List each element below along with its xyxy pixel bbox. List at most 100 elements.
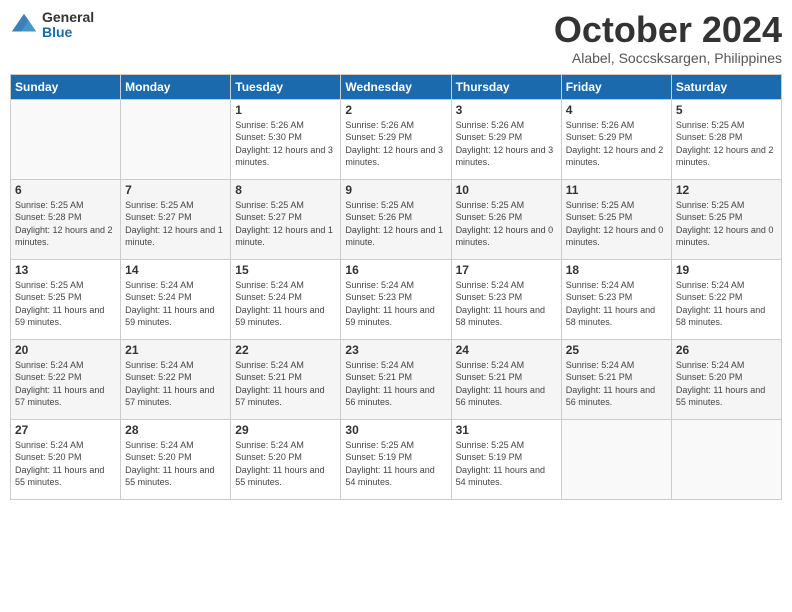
day-number: 21 — [125, 343, 226, 357]
header-row: SundayMondayTuesdayWednesdayThursdayFrid… — [11, 74, 782, 99]
calendar-header-monday: Monday — [121, 74, 231, 99]
calendar-cell: 21 Sunrise: 5:24 AM Sunset: 5:22 PM Dayli… — [121, 339, 231, 419]
calendar-cell: 24 Sunrise: 5:24 AM Sunset: 5:21 PM Dayli… — [451, 339, 561, 419]
calendar-cell: 8 Sunrise: 5:25 AM Sunset: 5:27 PM Daylig… — [231, 179, 341, 259]
day-number: 4 — [566, 103, 667, 117]
logo-general: General — [42, 10, 94, 25]
day-info: Sunrise: 5:26 AM Sunset: 5:30 PM Dayligh… — [235, 119, 336, 169]
day-info: Sunrise: 5:25 AM Sunset: 5:19 PM Dayligh… — [456, 439, 557, 489]
day-number: 16 — [345, 263, 446, 277]
day-number: 5 — [676, 103, 777, 117]
calendar-cell: 10 Sunrise: 5:25 AM Sunset: 5:26 PM Dayli… — [451, 179, 561, 259]
day-info: Sunrise: 5:25 AM Sunset: 5:28 PM Dayligh… — [676, 119, 777, 169]
day-number: 30 — [345, 423, 446, 437]
day-info: Sunrise: 5:25 AM Sunset: 5:28 PM Dayligh… — [15, 199, 116, 249]
day-number: 24 — [456, 343, 557, 357]
calendar-week-1: 1Sunrise: 5:26 AM Sunset: 5:30 PM Daylig… — [11, 99, 782, 179]
calendar-cell: 12Sunrise: 5:25 AM Sunset: 5:25 PM Dayli… — [671, 179, 781, 259]
calendar-cell — [11, 99, 121, 179]
calendar-cell: 3 Sunrise: 5:26 AM Sunset: 5:29 PM Daylig… — [451, 99, 561, 179]
calendar-cell: 17 Sunrise: 5:24 AM Sunset: 5:23 PM Dayli… — [451, 259, 561, 339]
day-number: 10 — [456, 183, 557, 197]
day-info: Sunrise: 5:24 AM Sunset: 5:21 PM Dayligh… — [566, 359, 667, 409]
calendar-cell: 5 Sunrise: 5:25 AM Sunset: 5:28 PM Daylig… — [671, 99, 781, 179]
day-number: 31 — [456, 423, 557, 437]
day-info: Sunrise: 5:25 AM Sunset: 5:27 PM Dayligh… — [125, 199, 226, 249]
calendar-cell: 13 Sunrise: 5:25 AM Sunset: 5:25 PM Dayli… — [11, 259, 121, 339]
calendar-header-wednesday: Wednesday — [341, 74, 451, 99]
day-number: 14 — [125, 263, 226, 277]
calendar-week-4: 20 Sunrise: 5:24 AM Sunset: 5:22 PM Dayli… — [11, 339, 782, 419]
calendar-cell: 29Sunrise: 5:24 AM Sunset: 5:20 PM Dayli… — [231, 419, 341, 499]
calendar-week-2: 6 Sunrise: 5:25 AM Sunset: 5:28 PM Daylig… — [11, 179, 782, 259]
calendar-header-sunday: Sunday — [11, 74, 121, 99]
day-info: Sunrise: 5:24 AM Sunset: 5:23 PM Dayligh… — [456, 279, 557, 329]
day-info: Sunrise: 5:25 AM Sunset: 5:26 PM Dayligh… — [456, 199, 557, 249]
calendar-cell: 28 Sunrise: 5:24 AM Sunset: 5:20 PM Dayli… — [121, 419, 231, 499]
calendar-header-saturday: Saturday — [671, 74, 781, 99]
day-number: 22 — [235, 343, 336, 357]
calendar-cell: 23Sunrise: 5:24 AM Sunset: 5:21 PM Dayli… — [341, 339, 451, 419]
calendar-cell: 26Sunrise: 5:24 AM Sunset: 5:20 PM Dayli… — [671, 339, 781, 419]
calendar-cell: 19Sunrise: 5:24 AM Sunset: 5:22 PM Dayli… — [671, 259, 781, 339]
calendar-header-thursday: Thursday — [451, 74, 561, 99]
day-number: 7 — [125, 183, 226, 197]
day-info: Sunrise: 5:24 AM Sunset: 5:21 PM Dayligh… — [345, 359, 446, 409]
day-number: 9 — [345, 183, 446, 197]
day-info: Sunrise: 5:24 AM Sunset: 5:23 PM Dayligh… — [345, 279, 446, 329]
calendar-cell — [121, 99, 231, 179]
day-number: 11 — [566, 183, 667, 197]
day-number: 20 — [15, 343, 116, 357]
calendar-cell: 2Sunrise: 5:26 AM Sunset: 5:29 PM Daylig… — [341, 99, 451, 179]
day-info: Sunrise: 5:25 AM Sunset: 5:27 PM Dayligh… — [235, 199, 336, 249]
calendar-cell: 18 Sunrise: 5:24 AM Sunset: 5:23 PM Dayli… — [561, 259, 671, 339]
day-info: Sunrise: 5:24 AM Sunset: 5:21 PM Dayligh… — [235, 359, 336, 409]
calendar-cell: 14Sunrise: 5:24 AM Sunset: 5:24 PM Dayli… — [121, 259, 231, 339]
calendar-cell: 15Sunrise: 5:24 AM Sunset: 5:24 PM Dayli… — [231, 259, 341, 339]
day-info: Sunrise: 5:24 AM Sunset: 5:22 PM Dayligh… — [676, 279, 777, 329]
day-number: 13 — [15, 263, 116, 277]
calendar-table: SundayMondayTuesdayWednesdayThursdayFrid… — [10, 74, 782, 500]
calendar-header-tuesday: Tuesday — [231, 74, 341, 99]
logo-icon — [10, 11, 38, 39]
calendar-cell: 16 Sunrise: 5:24 AM Sunset: 5:23 PM Dayli… — [341, 259, 451, 339]
day-info: Sunrise: 5:24 AM Sunset: 5:20 PM Dayligh… — [125, 439, 226, 489]
day-number: 25 — [566, 343, 667, 357]
day-info: Sunrise: 5:26 AM Sunset: 5:29 PM Dayligh… — [456, 119, 557, 169]
day-number: 28 — [125, 423, 226, 437]
logo: General Blue — [10, 10, 94, 41]
title-section: October 2024 Alabel, Soccsksargen, Phili… — [554, 10, 782, 66]
calendar-cell: 11 Sunrise: 5:25 AM Sunset: 5:25 PM Dayli… — [561, 179, 671, 259]
day-number: 18 — [566, 263, 667, 277]
calendar-cell: 20Sunrise: 5:24 AM Sunset: 5:22 PM Dayli… — [11, 339, 121, 419]
page-header: General Blue October 2024 Alabel, Soccsk… — [10, 10, 782, 66]
day-info: Sunrise: 5:24 AM Sunset: 5:23 PM Dayligh… — [566, 279, 667, 329]
month-title: October 2024 — [554, 10, 782, 50]
day-info: Sunrise: 5:26 AM Sunset: 5:29 PM Dayligh… — [345, 119, 446, 169]
day-number: 6 — [15, 183, 116, 197]
day-info: Sunrise: 5:26 AM Sunset: 5:29 PM Dayligh… — [566, 119, 667, 169]
calendar-week-3: 13 Sunrise: 5:25 AM Sunset: 5:25 PM Dayli… — [11, 259, 782, 339]
calendar-cell: 9Sunrise: 5:25 AM Sunset: 5:26 PM Daylig… — [341, 179, 451, 259]
logo-blue: Blue — [42, 25, 94, 40]
day-info: Sunrise: 5:24 AM Sunset: 5:24 PM Dayligh… — [235, 279, 336, 329]
day-number: 17 — [456, 263, 557, 277]
day-number: 8 — [235, 183, 336, 197]
day-info: Sunrise: 5:24 AM Sunset: 5:21 PM Dayligh… — [456, 359, 557, 409]
calendar-cell: 4 Sunrise: 5:26 AM Sunset: 5:29 PM Daylig… — [561, 99, 671, 179]
calendar-week-5: 27 Sunrise: 5:24 AM Sunset: 5:20 PM Dayli… — [11, 419, 782, 499]
calendar-cell: 27 Sunrise: 5:24 AM Sunset: 5:20 PM Dayli… — [11, 419, 121, 499]
day-number: 12 — [676, 183, 777, 197]
calendar-header-friday: Friday — [561, 74, 671, 99]
day-number: 27 — [15, 423, 116, 437]
calendar-cell: 31 Sunrise: 5:25 AM Sunset: 5:19 PM Dayli… — [451, 419, 561, 499]
day-number: 3 — [456, 103, 557, 117]
day-number: 29 — [235, 423, 336, 437]
day-info: Sunrise: 5:24 AM Sunset: 5:20 PM Dayligh… — [15, 439, 116, 489]
day-info: Sunrise: 5:24 AM Sunset: 5:20 PM Dayligh… — [676, 359, 777, 409]
calendar-cell: 25 Sunrise: 5:24 AM Sunset: 5:21 PM Dayli… — [561, 339, 671, 419]
day-info: Sunrise: 5:25 AM Sunset: 5:25 PM Dayligh… — [566, 199, 667, 249]
day-info: Sunrise: 5:25 AM Sunset: 5:25 PM Dayligh… — [15, 279, 116, 329]
location-subtitle: Alabel, Soccsksargen, Philippines — [554, 50, 782, 66]
day-info: Sunrise: 5:24 AM Sunset: 5:22 PM Dayligh… — [125, 359, 226, 409]
